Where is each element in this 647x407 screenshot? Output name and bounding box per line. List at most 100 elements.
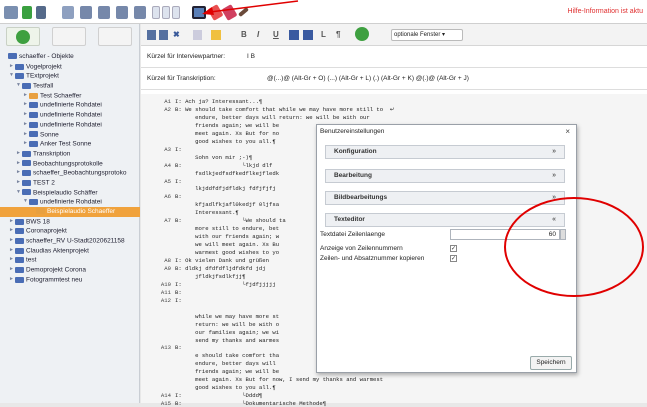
export-button[interactable] — [98, 27, 132, 46]
tree-item[interactable]: ► Test Schaeffer — [0, 91, 140, 101]
grid-icon[interactable] — [4, 6, 18, 19]
transcript-line[interactable]: B: We should take comfort that while we … — [175, 106, 395, 113]
folder-tool-icon[interactable] — [36, 6, 46, 19]
bold-button[interactable]: B — [241, 30, 247, 40]
tree-item[interactable]: ▼ TExtprojekt — [0, 71, 140, 81]
transcript-line[interactable]: e should take comfort tha — [175, 352, 279, 359]
tree-item[interactable]: ► BWS 18 — [0, 217, 140, 227]
transcript-line[interactable]: B: dldkj dfdfdfljdfdkfd jdj — [175, 265, 266, 272]
settings-section-2[interactable]: Bildbearbeitungs» — [325, 191, 565, 205]
toolbar-icon-8[interactable] — [134, 6, 146, 19]
transcript-line[interactable]: our families again; we wi — [175, 329, 279, 336]
transcript-line[interactable]: send my thanks and warmes — [175, 337, 279, 344]
tree-item[interactable]: Beispielaudio Schaeffer — [0, 207, 140, 217]
toolbar-icon-7[interactable] — [116, 6, 128, 19]
tree-item[interactable]: ► Vogelprojekt — [0, 62, 140, 72]
transcript-line[interactable]: we will meet again. Xs Bu — [175, 241, 279, 248]
transcript-line[interactable]: B: └We should ta — [175, 217, 286, 224]
tree-item[interactable]: ▼ undefinierte Rohdatei — [0, 197, 140, 207]
tree-item[interactable]: ► test — [0, 255, 140, 265]
transcript-line[interactable]: Sohn von mir ;-)¶ — [175, 154, 252, 161]
transcript-line[interactable]: meet again. Xs But for now, I send my th… — [175, 376, 383, 383]
page-icon-2[interactable] — [162, 6, 170, 19]
tree-item[interactable]: ► undefinierte Rohdatei — [0, 120, 140, 130]
underline-button[interactable]: U — [273, 30, 279, 40]
tree-item[interactable]: ► Demoprojekt Corona — [0, 265, 140, 275]
transcript-line[interactable]: fsdlkjedfsdfkedflkejfledk — [175, 170, 279, 177]
italic-button[interactable]: I — [257, 30, 259, 40]
transcript-line[interactable]: Interessant.¶ — [175, 209, 239, 216]
transcript-line[interactable]: jfldkjfsdlkfjj¶ — [175, 273, 245, 280]
tree-item[interactable]: ► Claudias Aktenprojekt — [0, 246, 140, 256]
toolbar-icon-4[interactable] — [62, 6, 74, 19]
format-icon-2[interactable] — [303, 30, 313, 40]
close-icon[interactable]: × — [565, 125, 570, 139]
transcription-value[interactable]: @(...)@ (Alt-Gr + O) (...) (Alt-Gr + L) … — [267, 75, 469, 82]
close-doc-icon[interactable]: ✖ — [173, 30, 182, 40]
transcript-line[interactable]: friends again; we will be — [175, 368, 279, 375]
import-button[interactable] — [52, 27, 86, 46]
show-line-numbers-checkbox[interactable]: ✓ — [450, 245, 457, 252]
tree-item[interactable]: schaeffer - Objekte — [0, 52, 140, 62]
page-icon-3[interactable] — [172, 6, 180, 19]
tree-item[interactable]: ► schaeffer_RV U-Stadt2020621158 — [0, 236, 140, 246]
tree-item[interactable]: ► TEST 2 — [0, 178, 140, 188]
tree-item[interactable]: ► Sonne — [0, 130, 140, 140]
tree-item[interactable]: ► undefinierte Rohdatei — [0, 110, 140, 120]
refresh-button[interactable] — [6, 27, 40, 46]
l-button[interactable]: L — [321, 30, 326, 40]
refresh-icon-editor[interactable] — [355, 27, 369, 41]
tree-item[interactable]: ► undefinierte Rohdatei — [0, 100, 140, 110]
marker-icon[interactable] — [211, 30, 221, 40]
save-button[interactable]: Speichern — [530, 356, 572, 370]
transcript-line[interactable]: kfjadlfkjafl0kedjf 0ljfsa — [175, 201, 279, 208]
transcript-line[interactable]: I: — [175, 297, 182, 304]
settings-section-0[interactable]: Konfiguration » — [325, 145, 565, 159]
transcript-line[interactable]: good wishes to you all.¶ — [175, 384, 276, 391]
toolbar-icon-6[interactable] — [98, 6, 110, 19]
chevron-icon[interactable]: » — [552, 146, 556, 158]
transcript-line[interactable]: more still to endure, bet — [175, 225, 279, 232]
format-icon-1[interactable] — [289, 30, 299, 40]
transcript-line[interactable]: friends again; we will be — [175, 122, 279, 129]
transcript-line[interactable]: meet again. Xs But for no — [175, 130, 279, 137]
transcript-line[interactable]: I: — [175, 178, 182, 185]
save-icon[interactable] — [147, 30, 156, 40]
tree-item[interactable]: ► schaeffer_Beobachtungsprotoko — [0, 168, 140, 178]
transcript-line[interactable]: good wishes to you all.¶ — [175, 138, 276, 145]
page-icon-1[interactable] — [152, 6, 160, 19]
save-as-icon[interactable] — [159, 30, 168, 40]
interview-value[interactable]: I B — [247, 53, 255, 60]
tree-item[interactable]: ▼ Beispielaudio Schäffer — [0, 188, 140, 198]
transcript-line[interactable]: B: └lkjd dlf — [175, 162, 272, 169]
transcript-line[interactable]: lkjddfdfjdfldkj fdfjfjfj — [175, 185, 276, 192]
toolbar-icon-5[interactable] — [80, 6, 92, 19]
transcript-line[interactable]: return: we will be with o — [175, 321, 279, 328]
tree-item[interactable]: ► Beobachtungsprotokolle — [0, 159, 140, 169]
tree-item[interactable]: ▼ Testfall — [0, 81, 140, 91]
tree-item[interactable]: ► Transkription — [0, 149, 140, 159]
transcript-line[interactable]: I: └Dddd¶ — [175, 392, 262, 399]
transcript-line[interactable]: I: └fjdfjjjjj — [175, 281, 276, 288]
transcript-line[interactable]: I: — [175, 146, 182, 153]
optional-windows-select[interactable]: optionale Fenster ▾ — [391, 29, 463, 41]
paragraph-button[interactable]: ¶ — [336, 30, 340, 40]
transcript-line[interactable]: while we may have more st — [175, 313, 279, 320]
transcript-line[interactable]: warmest good wishes to yo — [175, 249, 279, 256]
tree-item[interactable]: ► Anker Test Sonne — [0, 139, 140, 149]
settings-section-1[interactable]: Bearbeitung » — [325, 169, 565, 183]
transcript-line[interactable]: B: └Dokumentarische Methode¶ — [175, 400, 326, 407]
green-tool-icon[interactable] — [22, 6, 32, 19]
transcript-line[interactable]: endure, better days will return: we will… — [175, 114, 370, 121]
transcript-line[interactable]: I: Ach ja? Interessant...¶ — [175, 98, 262, 105]
transcript-line[interactable]: with our friends again; w — [175, 233, 279, 240]
copy-icon[interactable] — [193, 30, 202, 40]
transcript-line[interactable]: B: — [175, 289, 182, 296]
transcript-line[interactable]: B: — [175, 193, 182, 200]
transcript-line[interactable]: I: Ok vielen Dank und grüßen — [175, 257, 269, 264]
tree-item[interactable]: ► Coronaprojekt — [0, 226, 140, 236]
chevron-icon[interactable]: » — [552, 170, 556, 182]
copy-numbers-checkbox[interactable]: ✓ — [450, 255, 457, 262]
transcript-line[interactable]: B: — [175, 344, 182, 351]
transcript-line[interactable]: endure, better days will — [175, 360, 276, 367]
